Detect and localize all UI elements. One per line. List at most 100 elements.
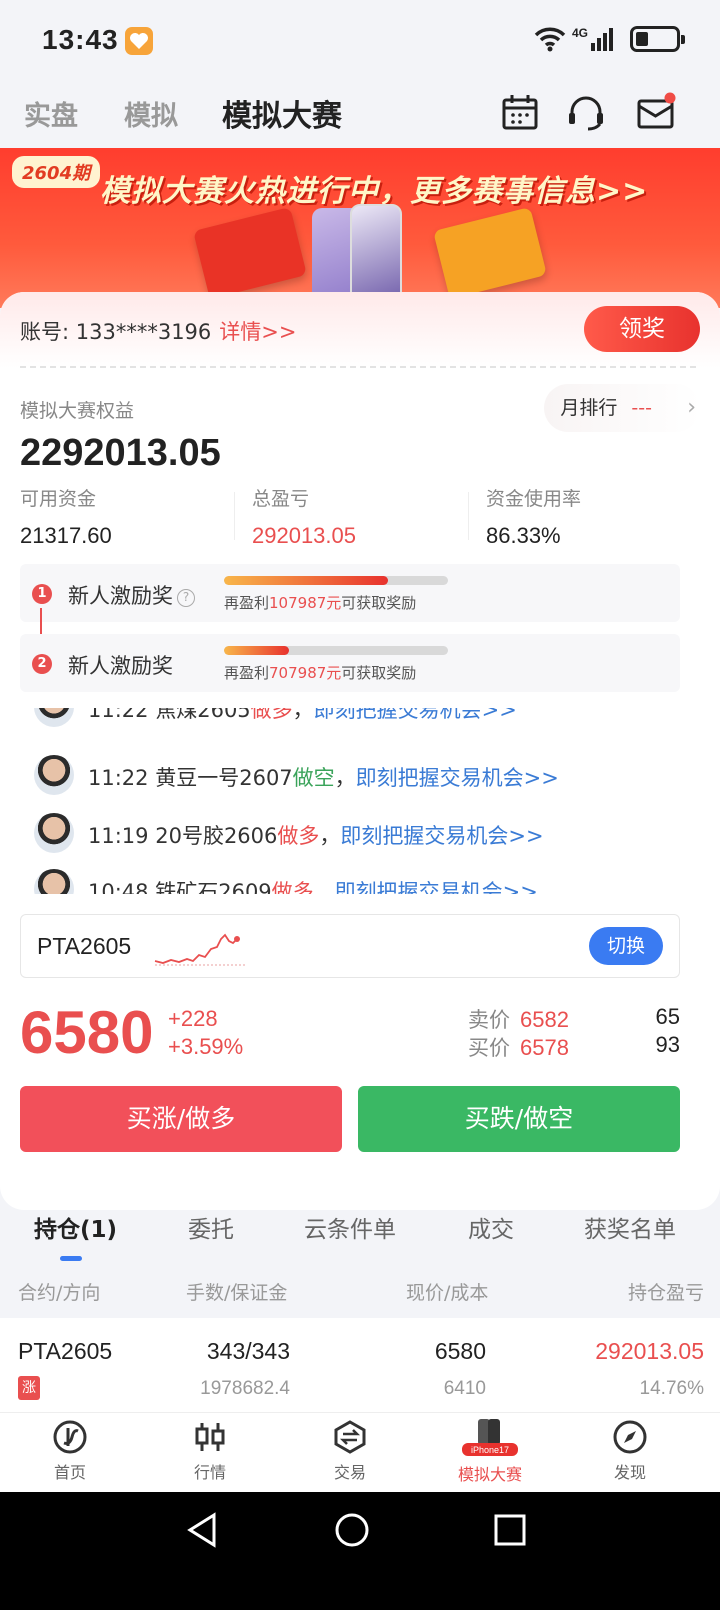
tab-winners[interactable]: 获奖名单 xyxy=(584,1210,676,1244)
tab-positions[interactable]: 持仓(1) xyxy=(34,1210,117,1244)
last-price: 6580 xyxy=(20,999,154,1066)
price-change-percent: +3.59% xyxy=(168,1034,244,1059)
reward-hint-prefix: 再盈利 xyxy=(224,664,270,682)
status-bar: 13:43 4G xyxy=(0,0,720,80)
news-time: 11:22 xyxy=(88,708,149,722)
wifi-icon xyxy=(534,27,566,52)
tab-real[interactable]: 实盘 xyxy=(24,94,78,133)
position-contract: PTA2605 xyxy=(18,1338,113,1364)
prize-card-orange xyxy=(433,206,547,300)
reward-label: 新人激励奖? xyxy=(68,580,195,610)
news-link[interactable]: 即刻把握交易机会>> xyxy=(335,880,538,894)
nav-label: 首页 xyxy=(53,1463,86,1482)
reward-hint-prefix: 再盈利 xyxy=(224,594,270,612)
nav-competition[interactable]: iPhone17 模拟大赛 xyxy=(440,1419,540,1485)
tab-cloud-conditional[interactable]: 云条件单 xyxy=(304,1210,396,1244)
stat-label: 资金使用率 xyxy=(486,488,582,510)
switch-contract-button[interactable]: 切换 xyxy=(589,927,663,965)
reward-hint: 再盈利707987元可获取奖励 xyxy=(224,662,416,683)
reward-title: 新人激励奖 xyxy=(68,654,173,678)
divider xyxy=(468,492,469,540)
reward-hint: 再盈利107987元可获取奖励 xyxy=(224,592,416,613)
top-nav: 实盘 模拟 模拟大赛 xyxy=(0,80,720,148)
reward-row-1[interactable]: 1 新人激励奖? 再盈利107987元可获取奖励 xyxy=(20,564,680,622)
account-detail-link[interactable]: 详情>> xyxy=(219,320,296,344)
ask-price: 6582 xyxy=(520,1007,569,1032)
nav-home[interactable]: 首页 xyxy=(20,1419,120,1483)
mini-price-chart xyxy=(154,933,247,966)
news-contract: 铁矿石2609 xyxy=(155,880,272,894)
nav-trade[interactable]: 交易 xyxy=(300,1419,400,1483)
tab-fills[interactable]: 成交 xyxy=(468,1210,514,1244)
news-text: 10:48 铁矿石2609做多，即刻把握交易机会>> xyxy=(88,876,538,894)
header-pnl: 持仓盈亏 xyxy=(627,1282,704,1304)
status-time: 13:43 xyxy=(42,24,119,55)
bid-price: 6578 xyxy=(520,1035,569,1060)
back-icon[interactable] xyxy=(186,1512,218,1548)
reward-row-2[interactable]: 2 新人激励奖 再盈利707987元可获取奖励 xyxy=(20,634,680,692)
reward-title: 新人激励奖 xyxy=(68,584,173,608)
recents-icon[interactable] xyxy=(494,1514,526,1546)
trade-icon xyxy=(334,1420,366,1454)
divider xyxy=(234,492,235,540)
battery-icon xyxy=(630,26,685,52)
bid-label: 买价 xyxy=(468,1036,510,1060)
stat-label: 可用资金 xyxy=(20,488,97,510)
tab-competition[interactable]: 模拟大赛 xyxy=(222,91,342,135)
news-time: 11:22 xyxy=(88,766,149,790)
news-link[interactable]: 即刻把握交易机会>> xyxy=(314,708,517,722)
help-icon[interactable]: ? xyxy=(177,589,195,607)
prize-card-red xyxy=(193,206,307,300)
position-cost: 6410 xyxy=(443,1378,486,1399)
equity-value: 2292013.05 xyxy=(20,432,221,474)
contract-selector[interactable]: PTA2605 切换 xyxy=(20,914,680,978)
bottom-nav: 首页 行情 交易 iPhone17 模拟大赛 发现 xyxy=(0,1412,720,1492)
reward-hint-suffix: 可获取奖励 xyxy=(341,594,417,612)
mail-icon[interactable] xyxy=(636,92,676,132)
news-action: 做多 xyxy=(271,880,314,894)
banner-period: 2604期 xyxy=(12,156,101,188)
bid-quote: 买价 6578 93 xyxy=(468,1032,680,1062)
bid-volume: 93 xyxy=(655,1032,680,1057)
nav-discover[interactable]: 发现 xyxy=(580,1419,680,1483)
news-link[interactable]: 即刻把握交易机会>> xyxy=(340,824,543,848)
news-action: 做空 xyxy=(292,766,335,790)
stat-value: 292013.05 xyxy=(252,523,356,548)
iphone-prize-icon: iPhone17 xyxy=(462,1419,518,1456)
position-table-header: 合约/方向 手数/保证金 现价/成本 持仓盈亏 xyxy=(0,1262,720,1318)
nav-label: 发现 xyxy=(613,1463,646,1482)
sell-short-button[interactable]: 买跌/做空 xyxy=(358,1086,680,1152)
header-lots: 手数/保证金 xyxy=(186,1282,288,1304)
active-tab-indicator xyxy=(60,1256,82,1261)
system-nav-bar xyxy=(0,1492,720,1610)
nav-label: 模拟大赛 xyxy=(457,1465,522,1484)
contract-name: PTA2605 xyxy=(37,933,132,959)
news-text: 11:22 焦煤2605做多，即刻把握交易机会>> xyxy=(88,708,517,724)
monthly-rank-button[interactable]: 月排行 --- › xyxy=(544,384,700,432)
table-row[interactable]: PTA2605 涨 343/343 1978682.4 6580 6410 29… xyxy=(0,1318,720,1412)
headset-icon[interactable] xyxy=(566,92,606,132)
position-lots: 343/343 xyxy=(206,1338,290,1364)
home-icon xyxy=(53,1420,87,1454)
position-price: 6580 xyxy=(434,1338,486,1364)
account-row: 账号: 133****3196 详情>> 领奖 xyxy=(0,292,720,368)
news-link[interactable]: 即刻把握交易机会>> xyxy=(356,766,559,790)
nav-market[interactable]: 行情 xyxy=(160,1419,260,1483)
position-tabs: 持仓(1) 委托 云条件单 成交 获奖名单 xyxy=(0,1210,720,1261)
rank-value: --- xyxy=(631,397,652,419)
analyst-avatar xyxy=(34,755,74,795)
calendar-icon[interactable] xyxy=(500,92,540,132)
home-circle-icon[interactable] xyxy=(334,1512,370,1548)
tab-simulation[interactable]: 模拟 xyxy=(124,94,178,133)
buy-long-button[interactable]: 买涨/做多 xyxy=(20,1086,342,1152)
stat-fund-usage: 资金使用率 86.33% xyxy=(486,484,581,549)
competition-banner[interactable]: 2604期 模拟大赛火热进行中，更多赛事信息>> xyxy=(0,148,720,308)
claim-award-button[interactable]: 领奖 xyxy=(584,306,700,352)
news-action: 做多 xyxy=(250,708,293,722)
tab-orders[interactable]: 委托 xyxy=(188,1210,234,1244)
reward-progress-fill xyxy=(224,576,388,585)
nav-label: 行情 xyxy=(193,1463,226,1482)
signal-icon xyxy=(591,28,613,51)
compass-icon xyxy=(613,1420,647,1454)
news-time: 11:19 xyxy=(88,824,149,848)
